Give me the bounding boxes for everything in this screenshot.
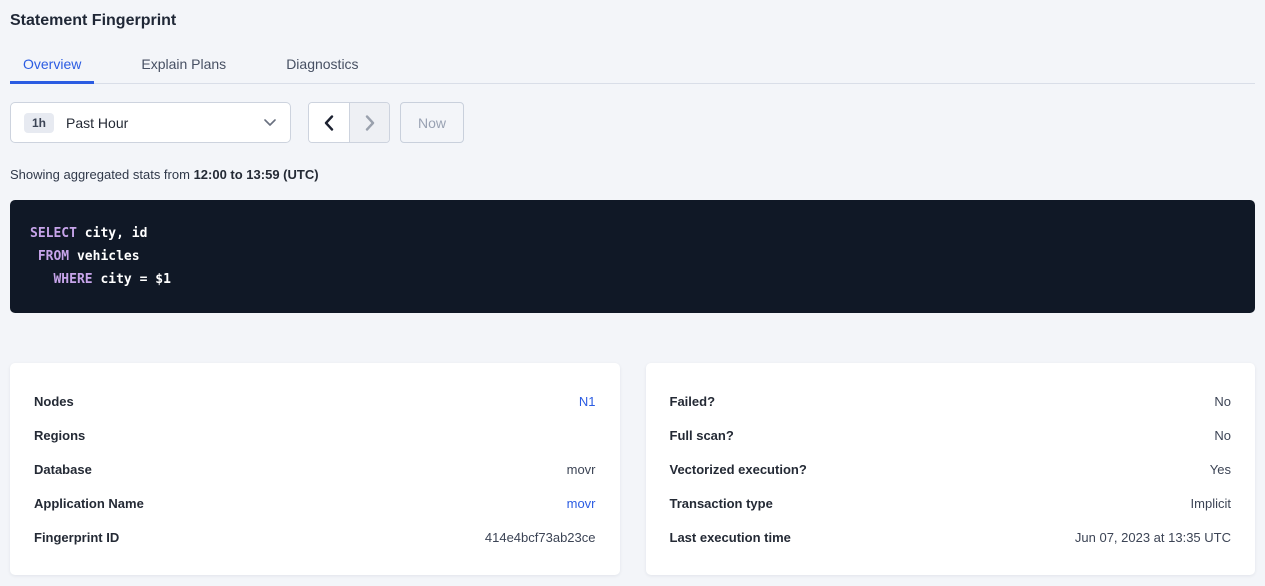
time-range-select[interactable]: 1h Past Hour (10, 102, 291, 143)
detail-row-failed: Failed? No (670, 384, 1232, 418)
stats-note-prefix: Showing aggregated stats from (10, 167, 194, 182)
aggregated-stats-note: Showing aggregated stats from 12:00 to 1… (10, 167, 1255, 182)
detail-row-regions: Regions (34, 418, 596, 452)
tab-overview[interactable]: Overview (10, 46, 94, 84)
time-controls: 1h Past Hour Now (10, 102, 1255, 143)
detail-row-database: Database movr (34, 452, 596, 486)
detail-row-application-name: Application Name movr (34, 486, 596, 520)
row-label: Nodes (34, 394, 74, 409)
row-value: movr (567, 462, 596, 477)
row-value: No (1214, 394, 1231, 409)
tab-explain-plans[interactable]: Explain Plans (128, 46, 239, 84)
time-range-label: Past Hour (66, 115, 264, 131)
row-value: 414e4bcf73ab23ce (485, 530, 596, 545)
sql-text: city, id (77, 226, 147, 241)
row-label: Full scan? (670, 428, 734, 443)
tab-bar: Overview Explain Plans Diagnostics (10, 46, 1255, 84)
sql-line: FROM vehicles (30, 245, 1235, 268)
row-label: Transaction type (670, 496, 773, 511)
time-range-badge: 1h (24, 113, 54, 133)
sql-keyword: WHERE (53, 272, 92, 287)
tab-diagnostics[interactable]: Diagnostics (273, 46, 371, 84)
row-label: Failed? (670, 394, 716, 409)
row-label: Application Name (34, 496, 144, 511)
application-name-link[interactable]: movr (567, 496, 596, 511)
detail-row-fingerprint-id: Fingerprint ID 414e4bcf73ab23ce (34, 520, 596, 554)
now-button[interactable]: Now (400, 102, 464, 143)
sql-indent (30, 272, 53, 287)
summary-cards: Nodes N1 Regions Database movr Applicati… (10, 363, 1255, 575)
row-value: Jun 07, 2023 at 13:35 UTC (1075, 530, 1231, 545)
detail-row-nodes: Nodes N1 (34, 384, 596, 418)
execution-attributes-card: Failed? No Full scan? No Vectorized exec… (646, 363, 1256, 575)
row-label: Regions (34, 428, 85, 443)
statement-details-card: Nodes N1 Regions Database movr Applicati… (10, 363, 620, 575)
sql-statement-box: SELECT city, id FROM vehicles WHERE city… (10, 200, 1255, 313)
sql-indent (30, 249, 38, 264)
row-label: Vectorized execution? (670, 462, 807, 477)
detail-row-full-scan: Full scan? No (670, 418, 1232, 452)
chevron-down-icon (264, 119, 276, 127)
sql-keyword: SELECT (30, 226, 77, 241)
detail-row-last-execution-time: Last execution time Jun 07, 2023 at 13:3… (670, 520, 1232, 554)
sql-text: vehicles (69, 249, 139, 264)
chevron-right-icon (365, 115, 375, 131)
row-value: Yes (1210, 462, 1231, 477)
nodes-link[interactable]: N1 (579, 394, 596, 409)
sql-line: SELECT city, id (30, 222, 1235, 245)
row-label: Database (34, 462, 92, 477)
prev-time-button[interactable] (309, 103, 349, 142)
chevron-left-icon (324, 115, 334, 131)
sql-line: WHERE city = $1 (30, 268, 1235, 291)
row-value: No (1214, 428, 1231, 443)
row-label: Fingerprint ID (34, 530, 119, 545)
stats-note-range: 12:00 to 13:59 (UTC) (194, 167, 319, 182)
statement-fingerprint-page: Statement Fingerprint Overview Explain P… (0, 0, 1265, 575)
next-time-button[interactable] (349, 103, 389, 142)
time-step-button-group (308, 102, 390, 143)
sql-text: city = $1 (93, 272, 171, 287)
detail-row-transaction-type: Transaction type Implicit (670, 486, 1232, 520)
sql-keyword: FROM (38, 249, 69, 264)
detail-row-vectorized: Vectorized execution? Yes (670, 452, 1232, 486)
row-value: Implicit (1191, 496, 1231, 511)
page-title: Statement Fingerprint (10, 0, 1255, 31)
row-label: Last execution time (670, 530, 791, 545)
